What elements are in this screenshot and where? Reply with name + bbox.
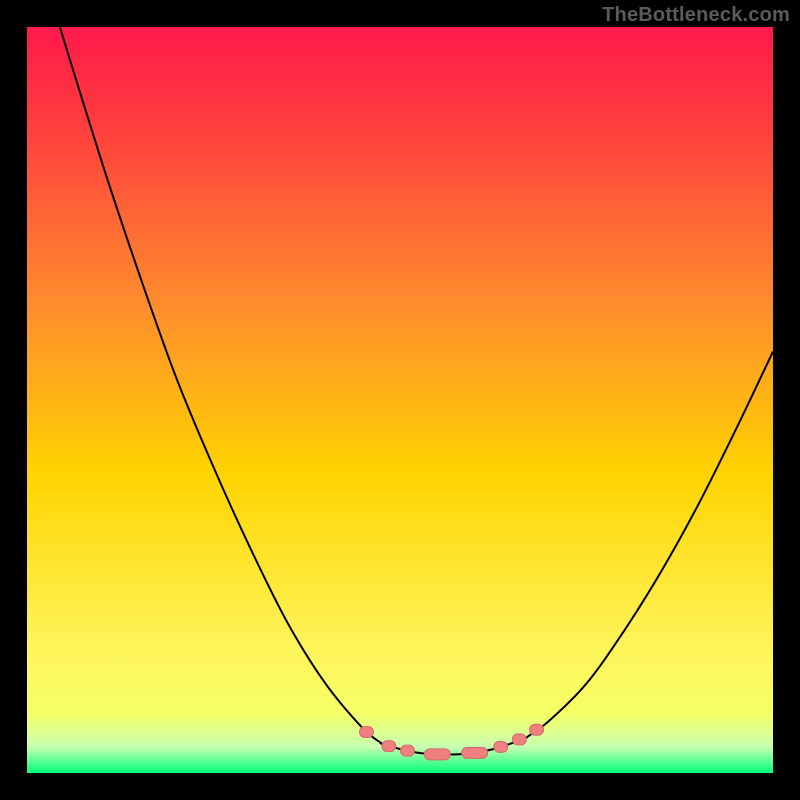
curve-marker [512,734,526,745]
curve-marker [530,724,544,735]
outer-frame: TheBottleneck.com [0,0,800,800]
curve-marker [424,749,450,760]
curve-marker [382,741,396,752]
branding-watermark: TheBottleneck.com [602,4,790,27]
chart-svg [27,27,773,773]
curve-marker [494,741,508,752]
chart-plot-area [27,27,773,773]
curve-marker [359,726,373,737]
gradient-background [27,27,773,773]
curve-marker [400,745,414,756]
curve-marker [462,747,488,758]
